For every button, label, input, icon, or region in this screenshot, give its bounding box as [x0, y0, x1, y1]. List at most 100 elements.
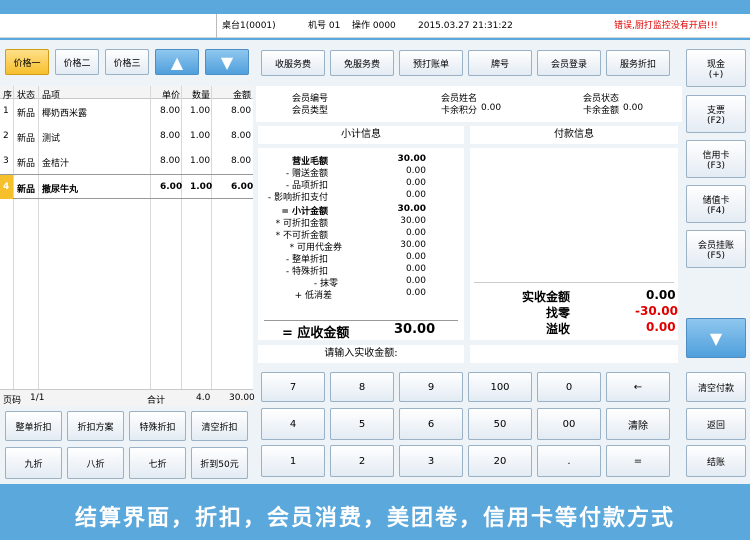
credit-card-button[interactable]: 信用卡 (F3)	[686, 140, 746, 178]
subtotal-value: 30.00	[397, 204, 426, 214]
key-5[interactable]: 5	[330, 408, 394, 440]
row-amount: 8.00	[231, 106, 252, 116]
amount-due-label: = 应收金额	[282, 326, 350, 341]
price-tab-1[interactable]: 价格一	[5, 49, 49, 75]
order-table: 序 状态 品项 单价 数量 金额 1 新品 椰奶西米露 8.00 1.00 8.…	[0, 86, 253, 392]
special-discount-value: 0.00	[405, 264, 426, 274]
row-amount: 8.00	[231, 156, 252, 166]
key-100[interactable]: 100	[468, 372, 532, 402]
amount-input[interactable]	[470, 345, 678, 363]
key-4[interactable]: 4	[261, 408, 325, 440]
discount-scheme-button[interactable]: 折扣方案	[67, 411, 124, 441]
cash-button[interactable]: 现金 (+)	[686, 49, 746, 87]
payment-title: 付款信息	[470, 126, 678, 144]
member-points: 0.00	[481, 103, 502, 113]
key-dot[interactable]: .	[537, 445, 601, 477]
member-login-button[interactable]: 会员登录	[537, 50, 601, 76]
discount-80-button[interactable]: 八折	[67, 447, 124, 479]
row-status: 新品	[17, 185, 36, 195]
checkout-button[interactable]: 结账	[686, 445, 746, 477]
whole-order-discount-button[interactable]: 整单折扣	[5, 411, 62, 441]
key-0[interactable]: 0	[537, 372, 601, 402]
key-1[interactable]: 1	[261, 445, 325, 477]
discount-90-button[interactable]: 九折	[5, 447, 62, 479]
row-item: 金桔汁	[42, 159, 70, 169]
tag-number-button[interactable]: 牌号	[468, 50, 532, 76]
row-amount: 6.00	[231, 182, 254, 192]
table-row[interactable]: 2 新品 测试 8.00 1.00 8.00	[0, 124, 253, 149]
add-service-fee-button[interactable]: 收服务费	[261, 50, 325, 76]
table-row[interactable]: 1 新品 椰奶西米露 8.00 1.00 8.00	[0, 99, 253, 124]
member-charge-button[interactable]: 会员挂账 (F5)	[686, 230, 746, 268]
discount-70-button[interactable]: 七折	[129, 447, 186, 479]
key-7[interactable]: 7	[261, 372, 325, 402]
total-qty: 4.0	[196, 393, 211, 403]
member-type-label: 会员类型	[292, 106, 329, 116]
order-discount-value: 0.00	[405, 252, 426, 262]
payment-info: 实收金额 0.00 找零 -30.00 溢收 0.00	[470, 148, 678, 340]
row-status: 新品	[17, 109, 36, 119]
non-discountable-value: 0.00	[405, 228, 426, 238]
member-info: 会员编号 会员类型 会员姓名 卡余积分 0.00 会员状态 卡余金额 0.00	[256, 86, 682, 122]
service-discount-button[interactable]: 服务折扣	[606, 50, 670, 76]
gift-value: 0.00	[405, 166, 426, 176]
key-8[interactable]: 8	[330, 372, 394, 402]
min-charge-label: + 低消差	[294, 291, 332, 301]
operator-label: 操作 0000	[352, 21, 396, 31]
back-button[interactable]: 返回	[686, 408, 746, 440]
waive-service-fee-button[interactable]: 免服务费	[330, 50, 394, 76]
row-item: 测试	[42, 134, 61, 144]
clear-payment-button[interactable]: 清空付款	[686, 372, 746, 402]
row-no: 3	[3, 156, 9, 166]
table-row[interactable]: 3 新品 金桔汁 8.00 1.00 8.00	[0, 149, 253, 174]
key-20[interactable]: 20	[468, 445, 532, 477]
affect-discount-label: - 影响折扣支付	[267, 193, 328, 203]
stored-value-card-button[interactable]: 储值卡 (F4)	[686, 185, 746, 223]
scroll-down-button[interactable]: ▼	[686, 318, 746, 358]
affect-discount-value: 0.00	[405, 190, 426, 200]
order-panel: 价格一 价格二 价格三 ▲ ▼ 序 状态 品项 单价 数量 金额 1 新品 椰奶…	[0, 40, 256, 484]
key-00[interactable]: 00	[537, 408, 601, 440]
amount-due-value: 30.00	[394, 322, 436, 337]
subtotal-title: 小计信息	[258, 126, 464, 144]
row-price: 6.00	[160, 182, 183, 192]
page-down-button[interactable]: ▼	[205, 49, 249, 75]
key-6[interactable]: 6	[399, 408, 463, 440]
row-amount: 8.00	[231, 131, 252, 141]
row-status: 新品	[17, 134, 36, 144]
row-no: 1	[3, 106, 9, 116]
key-2[interactable]: 2	[330, 445, 394, 477]
member-points-label: 卡余积分	[441, 106, 478, 116]
item-discount-value: 0.00	[405, 178, 426, 188]
received-value: 0.00	[646, 288, 676, 302]
table-row-selected[interactable]: 4 新品 撒尿牛丸 6.00 1.00 6.00	[0, 174, 253, 199]
key-9[interactable]: 9	[399, 372, 463, 402]
promo-banner: 结算界面，折扣，会员消费，美团卷，信用卡等付款方式	[0, 486, 750, 540]
special-discount-button[interactable]: 特殊折扣	[129, 411, 186, 441]
clear-button[interactable]: 清除	[606, 408, 670, 440]
member-balance: 0.00	[623, 103, 644, 113]
received-label: 实收金额	[522, 290, 571, 304]
key-3[interactable]: 3	[399, 445, 463, 477]
backspace-button[interactable]: ←	[606, 372, 670, 402]
total-amount: 30.00	[229, 393, 255, 403]
key-equals[interactable]: =	[606, 445, 670, 477]
arrow-down-icon: ▼	[709, 328, 723, 348]
discount-to-50-button[interactable]: 折到50元	[191, 447, 248, 479]
page-up-button[interactable]: ▲	[155, 49, 199, 75]
change-label: 找零	[546, 306, 571, 320]
machine-label: 机号 01	[308, 21, 341, 31]
row-qty: 1.00	[190, 106, 211, 116]
clear-discount-button[interactable]: 清空折扣	[191, 411, 248, 441]
gross-value: 30.00	[397, 154, 426, 164]
print-bill-button[interactable]: 预打账单	[399, 50, 463, 76]
subtotal-info: 营业毛额 30.00 - 赠送金额 0.00 - 品项折扣 0.00 - 影响折…	[258, 148, 464, 341]
key-50[interactable]: 50	[468, 408, 532, 440]
row-price: 8.00	[160, 156, 181, 166]
order-table-footer: 页码 1/1 合计 4.0 30.00	[0, 389, 255, 406]
check-button[interactable]: 支票 (F2)	[686, 95, 746, 133]
price-tab-3[interactable]: 价格三	[105, 49, 149, 75]
change-value: -30.00	[635, 304, 678, 318]
price-tab-2[interactable]: 价格二	[55, 49, 99, 75]
datetime-label: 2015.03.27 21:31:22	[418, 21, 513, 31]
